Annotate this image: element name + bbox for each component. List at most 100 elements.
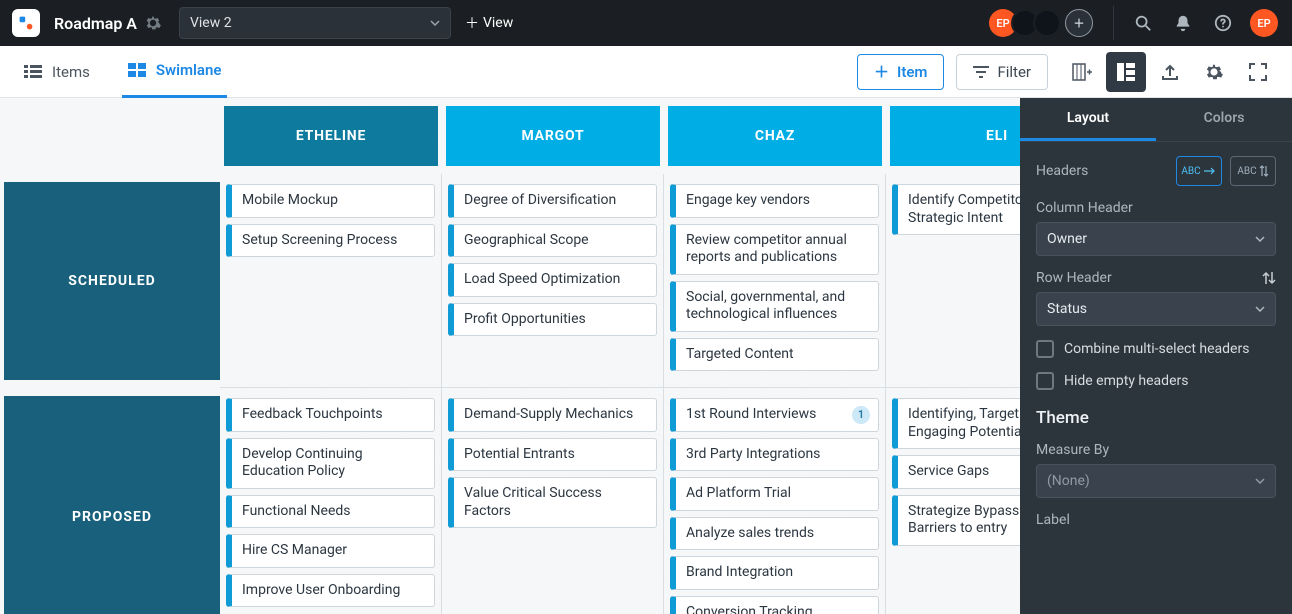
swimlane-icon [128, 63, 146, 77]
row-header[interactable]: PROPOSED [4, 396, 220, 614]
panel-tab-layout[interactable]: Layout [1020, 98, 1156, 141]
add-column-button[interactable] [1062, 52, 1102, 92]
item-card[interactable]: Improve User Onboarding [226, 574, 435, 608]
item-card[interactable]: Engage key vendors [670, 184, 879, 218]
item-card[interactable]: Load Speed Optimization [448, 263, 657, 297]
column-header-value: Owner [1047, 231, 1087, 247]
item-card[interactable]: Demand-Supply Mechanics [448, 398, 657, 432]
checkbox[interactable] [1036, 340, 1054, 358]
swimlane-cell[interactable]: Identify Competitors Strategic Intent [886, 174, 1020, 388]
item-card[interactable]: Brand Integration [670, 556, 879, 590]
columns-add-icon [1072, 63, 1092, 81]
panel-tab-colors[interactable]: Colors [1156, 98, 1292, 141]
add-collaborator-button[interactable]: ＋ [1065, 9, 1093, 37]
view-sub-bar: Items Swimlane ＋ Item Filter [0, 46, 1292, 98]
column-header[interactable]: MARGOT [446, 106, 660, 166]
swimlane-cell[interactable]: Feedback Touchpoints Develop Continuing E… [220, 388, 442, 614]
view-selector[interactable]: View 2 [179, 7, 451, 39]
swimlane-cell[interactable]: 1st Round Interviews1 3rd Party Integrati… [664, 388, 886, 614]
tab-swimlane[interactable]: Swimlane [122, 46, 228, 98]
checkbox[interactable] [1036, 372, 1054, 390]
upload-icon [1161, 63, 1179, 81]
swimlane-cell[interactable]: Degree of Diversification Geographical Sc… [442, 174, 664, 388]
item-card[interactable]: Strategize Bypassing Barriers to entry [892, 495, 1020, 546]
swimlane-cell[interactable]: Demand-Supply Mechanics Potential Entrant… [442, 388, 664, 614]
item-card[interactable]: Degree of Diversification [448, 184, 657, 218]
expand-icon [1249, 63, 1267, 81]
search-icon[interactable] [1134, 14, 1152, 32]
app-top-bar: Roadmap A View 2 ＋ View EP ＋ EP [0, 0, 1292, 46]
tab-items-label: Items [52, 63, 90, 81]
sort-alpha-button[interactable]: ABC [1176, 156, 1222, 186]
row-header[interactable]: SCHEDULED [4, 182, 220, 380]
chevron-down-icon [1255, 306, 1265, 312]
item-card[interactable]: Functional Needs [226, 495, 435, 529]
plus-icon: ＋ [465, 13, 479, 33]
item-card[interactable]: Service Gaps [892, 455, 1020, 489]
swimlane-canvas[interactable]: ETHELINEMARGOTCHAZELI SCHEDULEDMobile Moc… [0, 98, 1020, 614]
avatar[interactable] [1033, 9, 1061, 37]
swimlane-cell[interactable]: Identifying, Targeting & Engaging Potent… [886, 388, 1020, 614]
row-header-select[interactable]: Status [1036, 292, 1276, 326]
sort-alpha-label: ABC [1181, 166, 1200, 177]
plus-icon: ＋ [874, 61, 889, 82]
item-card[interactable]: Value Critical Success Factors [448, 477, 657, 528]
export-button[interactable] [1150, 52, 1190, 92]
swimlane-cell[interactable]: Engage key vendors Review competitor annu… [664, 174, 886, 388]
gear-icon[interactable] [145, 15, 161, 31]
hide-empty-label: Hide empty headers [1064, 373, 1188, 389]
measure-by-label: Measure By [1036, 442, 1276, 458]
chevron-down-icon [1255, 478, 1265, 484]
item-card[interactable]: Geographical Scope [448, 224, 657, 258]
tab-swimlane-label: Swimlane [156, 61, 222, 79]
item-card[interactable]: Mobile Mockup [226, 184, 435, 218]
measure-by-select[interactable]: (None) [1036, 464, 1276, 498]
item-card[interactable]: Develop Continuing Education Policy [226, 438, 435, 489]
item-card[interactable]: Setup Screening Process [226, 224, 435, 258]
column-header[interactable]: ELI [890, 106, 1020, 166]
fullscreen-button[interactable] [1238, 52, 1278, 92]
measure-by-value: (None) [1047, 473, 1090, 489]
filter-button[interactable]: Filter [956, 54, 1048, 90]
item-card[interactable]: Identify Competitors Strategic Intent [892, 184, 1020, 235]
sort-manual-button[interactable]: ABC [1230, 156, 1276, 186]
item-card[interactable]: Profit Opportunities [448, 303, 657, 337]
current-user-avatar[interactable]: EP [1250, 9, 1278, 37]
settings-button[interactable] [1194, 52, 1234, 92]
filter-icon [973, 66, 989, 78]
roadmap-title: Roadmap A [54, 14, 137, 33]
item-card[interactable]: 3rd Party Integrations [670, 438, 879, 472]
add-view-button[interactable]: ＋ View [465, 13, 513, 33]
item-card[interactable]: Analyze sales trends [670, 517, 879, 551]
swap-axes-icon[interactable] [1262, 271, 1276, 285]
chevron-down-icon [430, 20, 440, 26]
sort-manual-label: ABC [1237, 166, 1256, 177]
item-card[interactable]: Conversion Tracking [670, 596, 879, 614]
combine-headers-option[interactable]: Combine multi-select headers [1036, 340, 1276, 358]
help-icon[interactable] [1214, 14, 1232, 32]
item-card[interactable]: Review competitor annual reports and pub… [670, 224, 879, 275]
swimlane-cell[interactable]: Mobile Mockup Setup Screening Process [220, 174, 442, 388]
column-header-select[interactable]: Owner [1036, 222, 1276, 256]
row-header-label: Row Header [1036, 270, 1112, 286]
app-logo[interactable] [12, 9, 40, 37]
item-card[interactable]: Hire CS Manager [226, 534, 435, 568]
item-card[interactable]: Feedback Touchpoints [226, 398, 435, 432]
item-card[interactable]: Identifying, Targeting & Engaging Potent… [892, 398, 1020, 449]
item-card[interactable]: Targeted Content [670, 338, 879, 372]
hide-empty-option[interactable]: Hide empty headers [1036, 372, 1276, 390]
bell-icon[interactable] [1174, 14, 1192, 32]
item-card[interactable]: 1st Round Interviews1 [670, 398, 879, 432]
tab-items[interactable]: Items [18, 46, 96, 98]
workspace: ETHELINEMARGOTCHAZELI SCHEDULEDMobile Moc… [0, 98, 1292, 614]
layout-panel-button[interactable] [1106, 52, 1146, 92]
gear-icon [1205, 63, 1223, 81]
column-header[interactable]: ETHELINE [224, 106, 438, 166]
item-card[interactable]: Social, governmental, and technological … [670, 281, 879, 332]
item-card[interactable]: Potential Entrants [448, 438, 657, 472]
theme-heading: Theme [1036, 408, 1276, 428]
item-card[interactable]: Ad Platform Trial [670, 477, 879, 511]
label-label: Label [1036, 512, 1276, 528]
column-header[interactable]: CHAZ [668, 106, 882, 166]
add-item-button[interactable]: ＋ Item [857, 54, 944, 90]
